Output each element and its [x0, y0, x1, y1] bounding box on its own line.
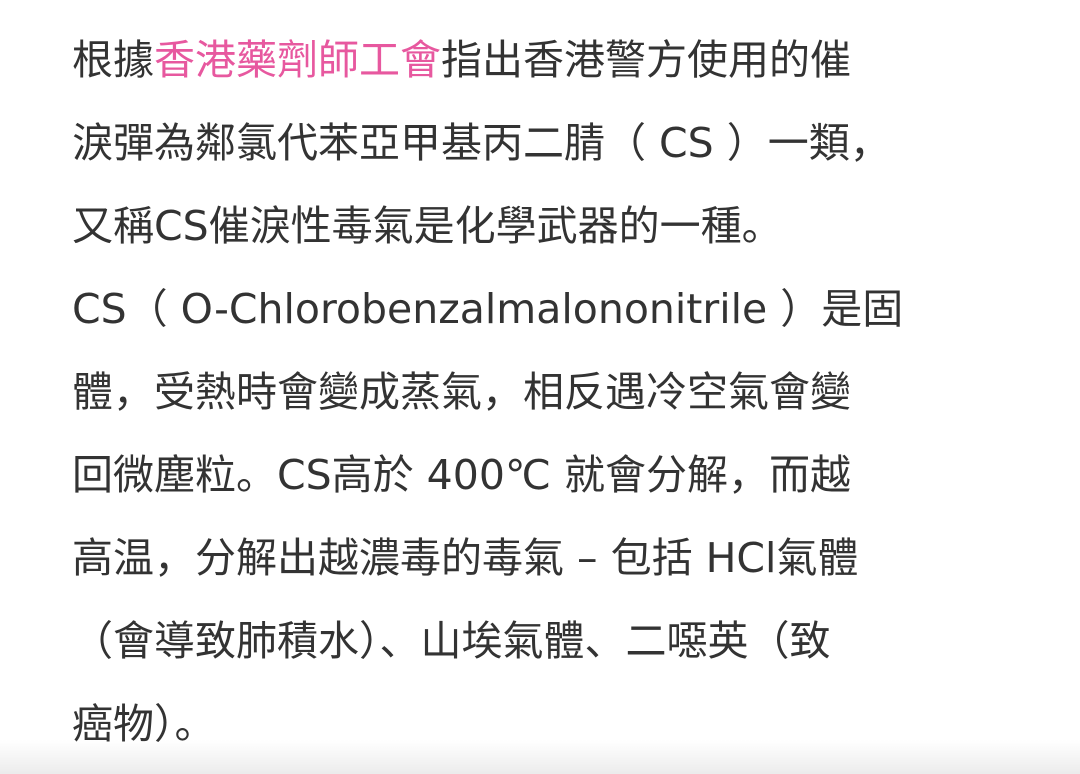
text-line: 高温，分解出越濃毒的毒氣 – 包括 HCl氣體 [72, 534, 859, 582]
pharmacists-union-link[interactable]: 香港藥劑師工會 [154, 36, 441, 84]
paragraph-pharmacists-union: 根據香港藥劑師工會指出香港警方使用的催 淚彈為鄰氯代苯亞甲基丙二腈（ CS ）一… [72, 19, 1032, 268]
article-body: 根據香港藥劑師工會指出香港警方使用的催 淚彈為鄰氯代苯亞甲基丙二腈（ CS ）一… [72, 0, 1032, 774]
line-1-rest: 指出香港警方使用的催 [441, 36, 851, 84]
text-line: 體，受熱時會變成蒸氣，相反遇冷空氣會變 [72, 368, 851, 416]
text-line: 癌物）。 [72, 700, 216, 748]
text-line: CS（ O-Chlorobenzalmalononitrile ）是固 [72, 285, 904, 333]
text-line: 回微塵粒。CS高於 400℃ 就會分解，而越 [72, 451, 852, 499]
lead-text: 根據 [72, 36, 154, 84]
text-line: （會導致肺積水）、山埃氣體、二噁英（致 [72, 617, 831, 665]
text-line: 淚彈為鄰氯代苯亞甲基丙二腈（ CS ）一類， [72, 119, 891, 167]
text-line: 又稱CS催淚性毒氣是化學武器的一種。 [72, 202, 783, 250]
paragraph-cs-properties: CS（ O-Chlorobenzalmalononitrile ）是固 體，受熱… [72, 268, 1032, 766]
text-line: 根據香港藥劑師工會指出香港警方使用的催 [72, 19, 1032, 102]
